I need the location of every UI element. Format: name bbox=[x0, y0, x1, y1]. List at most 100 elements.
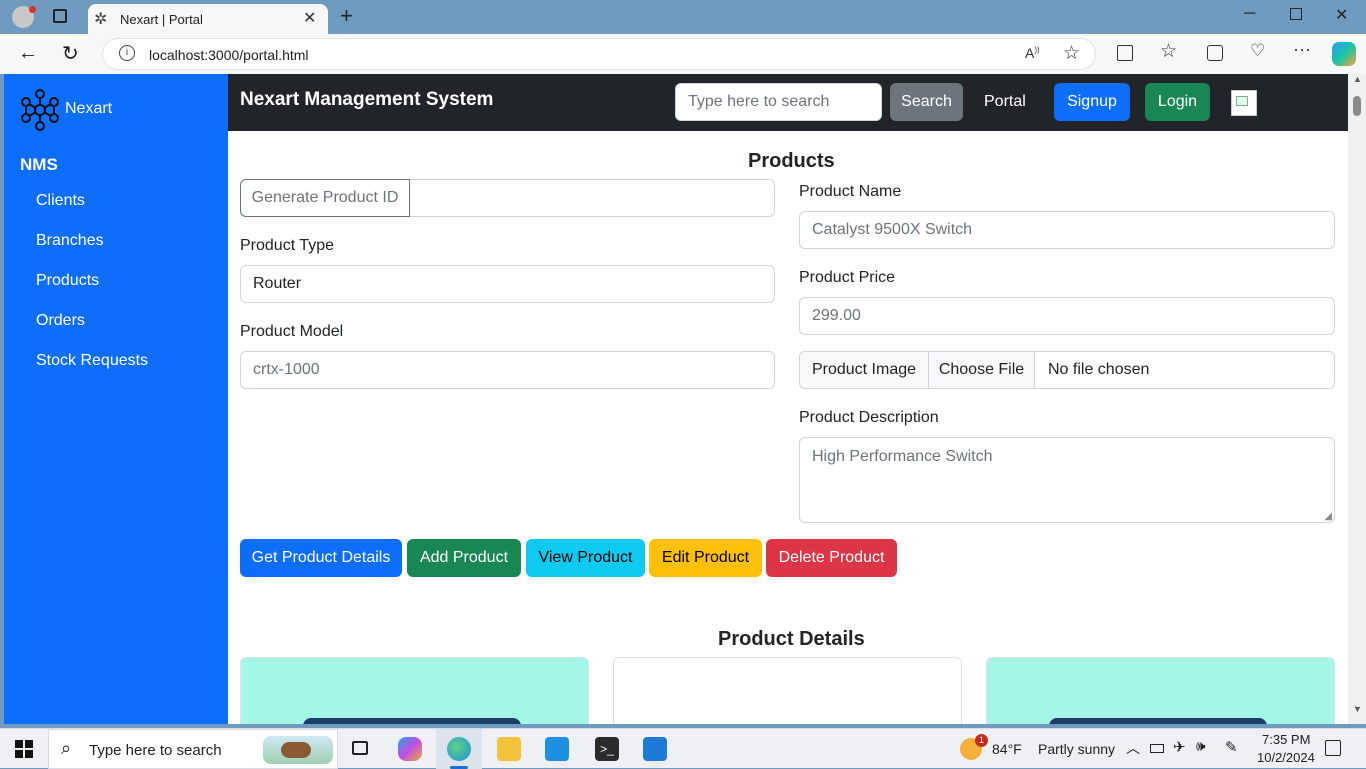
profile-avatar-icon[interactable] bbox=[12, 6, 36, 28]
sidebar-item-branches[interactable]: Branches bbox=[36, 232, 104, 250]
minimize-icon[interactable]: ─ bbox=[1244, 5, 1255, 23]
products-heading: Products bbox=[748, 150, 835, 172]
get-product-details-button[interactable]: Get Product Details bbox=[240, 539, 402, 577]
product-image bbox=[303, 718, 521, 724]
windows-start-icon[interactable] bbox=[15, 740, 33, 758]
file-explorer-icon[interactable] bbox=[497, 737, 521, 761]
product-type-select[interactable]: Router bbox=[240, 265, 775, 303]
vscode-icon[interactable] bbox=[643, 737, 667, 761]
navbar-search-button[interactable]: Search bbox=[890, 83, 963, 121]
signup-button[interactable]: Signup bbox=[1054, 83, 1130, 121]
copilot-app-icon[interactable] bbox=[398, 737, 422, 761]
choose-file-button[interactable]: Choose File bbox=[929, 352, 1035, 388]
favorites-icon[interactable]: ☆ bbox=[1160, 40, 1177, 63]
notifications-icon[interactable] bbox=[1325, 740, 1341, 756]
product-card[interactable] bbox=[240, 657, 589, 724]
weather-icon[interactable]: 1 bbox=[960, 734, 988, 760]
product-model-label: Product Model bbox=[240, 323, 344, 340]
clock-time[interactable]: 7:35 PM bbox=[1262, 732, 1310, 747]
copilot-icon[interactable] bbox=[1332, 42, 1356, 66]
navbar-search-input[interactable]: Type here to search bbox=[675, 83, 882, 121]
product-description-placeholder: High Performance Switch bbox=[812, 448, 993, 465]
weather-badge: 1 bbox=[975, 734, 988, 747]
browser-titlebar: ✲ Nexart | Portal ✕ + ─ ✕ bbox=[0, 0, 1366, 34]
terminal-icon[interactable]: >_ bbox=[595, 737, 619, 761]
show-hidden-icons-icon[interactable]: ︿ bbox=[1126, 738, 1140, 758]
product-image-label: Product Image bbox=[800, 352, 929, 388]
refresh-icon[interactable]: ↻ bbox=[62, 41, 79, 66]
address-bar[interactable]: i localhost:3000/portal.html A)) ☆ bbox=[102, 38, 1096, 70]
split-screen-icon[interactable] bbox=[1117, 45, 1133, 61]
taskbar-search-box[interactable]: ⌕ Type here to search bbox=[48, 729, 338, 769]
product-card[interactable] bbox=[986, 657, 1335, 724]
sidebar: Nexart NMS Clients Branches Products Ord… bbox=[4, 74, 228, 724]
weather-temperature[interactable]: 84°F bbox=[992, 741, 1022, 757]
read-aloud-icon[interactable]: A)) bbox=[1025, 45, 1040, 61]
taskbar-search-placeholder: Type here to search bbox=[89, 742, 222, 759]
product-id-group: Generate Product ID bbox=[240, 179, 775, 217]
web-page: Nexart NMS Clients Branches Products Ord… bbox=[4, 74, 1348, 724]
nexart-logo-icon bbox=[21, 89, 59, 131]
task-view-icon[interactable] bbox=[352, 741, 368, 755]
tab-close-icon[interactable]: ✕ bbox=[303, 8, 316, 28]
product-name-label: Product Name bbox=[799, 183, 902, 200]
scrollbar-thumb[interactable] bbox=[1353, 96, 1361, 116]
page-title: Nexart Management System bbox=[240, 89, 494, 110]
resize-handle-icon[interactable]: ◢ bbox=[1324, 511, 1332, 522]
site-info-icon[interactable]: i bbox=[119, 45, 135, 61]
url-text: localhost:3000/portal.html bbox=[149, 47, 309, 63]
browser-essentials-icon[interactable]: ♡ bbox=[1250, 41, 1265, 61]
favorite-star-icon[interactable]: ☆ bbox=[1063, 42, 1080, 65]
more-menu-icon[interactable]: ··· bbox=[1293, 39, 1311, 60]
bear-illustration-icon bbox=[263, 736, 333, 764]
collections-icon[interactable] bbox=[1207, 45, 1223, 61]
edge-browser-icon[interactable] bbox=[447, 737, 471, 761]
sidebar-item-stock-requests[interactable]: Stock Requests bbox=[36, 352, 148, 370]
browser-tab[interactable]: ✲ Nexart | Portal ✕ bbox=[88, 4, 328, 34]
battery-icon[interactable] bbox=[1150, 744, 1164, 753]
sidebar-item-clients[interactable]: Clients bbox=[36, 192, 85, 210]
edit-product-button[interactable]: Edit Product bbox=[649, 539, 762, 577]
brand-name[interactable]: Nexart bbox=[65, 100, 112, 118]
weather-description[interactable]: Partly sunny bbox=[1038, 741, 1115, 757]
product-name-input[interactable]: Catalyst 9500X Switch bbox=[799, 211, 1335, 249]
login-button[interactable]: Login bbox=[1145, 83, 1210, 121]
generate-product-id-button[interactable]: Generate Product ID bbox=[240, 179, 410, 217]
close-window-icon[interactable]: ✕ bbox=[1335, 5, 1348, 25]
pen-icon[interactable]: ✎ bbox=[1225, 738, 1238, 756]
product-id-input[interactable] bbox=[410, 180, 774, 216]
volume-icon[interactable]: 🕪 bbox=[1196, 738, 1205, 755]
restore-icon[interactable] bbox=[1290, 8, 1302, 20]
delete-product-button[interactable]: Delete Product bbox=[766, 539, 897, 577]
product-type-label: Product Type bbox=[240, 237, 334, 254]
browser-toolbar: ← ↻ i localhost:3000/portal.html A)) ☆ ☆… bbox=[0, 34, 1366, 74]
no-file-chosen-text: No file chosen bbox=[1048, 361, 1150, 378]
sidebar-section-title[interactable]: NMS bbox=[20, 155, 58, 175]
tab-title: Nexart | Portal bbox=[120, 12, 203, 27]
product-description-textarea[interactable]: High Performance Switch ◢ bbox=[799, 437, 1335, 523]
network-icon[interactable]: ✈ bbox=[1173, 738, 1186, 756]
sidebar-item-orders[interactable]: Orders bbox=[36, 312, 85, 330]
microsoft-store-icon[interactable] bbox=[545, 737, 569, 761]
clock-date[interactable]: 10/2/2024 bbox=[1257, 750, 1315, 765]
view-product-button[interactable]: View Product bbox=[526, 539, 645, 577]
profile-image-icon[interactable] bbox=[1231, 90, 1257, 116]
page-scrollbar[interactable]: ▲ ▼ bbox=[1348, 74, 1366, 724]
product-image bbox=[1049, 718, 1267, 724]
product-card[interactable] bbox=[613, 657, 962, 724]
product-model-input[interactable]: crtx-1000 bbox=[240, 351, 775, 389]
product-image-group: Product Image Choose File No file chosen bbox=[799, 351, 1335, 389]
product-description-label: Product Description bbox=[799, 409, 939, 426]
new-tab-icon[interactable]: + bbox=[340, 3, 353, 29]
nav-link-portal[interactable]: Portal bbox=[984, 93, 1026, 111]
add-product-button[interactable]: Add Product bbox=[407, 539, 521, 577]
taskbar: ⌕ Type here to search >_ 1 84°F Partly s… bbox=[0, 728, 1366, 769]
scroll-down-icon[interactable]: ▼ bbox=[1353, 704, 1362, 714]
product-price-input[interactable]: 299.00 bbox=[799, 297, 1335, 335]
product-details-heading: Product Details bbox=[718, 628, 865, 650]
taskbar-search-icon: ⌕ bbox=[61, 738, 72, 758]
tab-actions-icon[interactable] bbox=[53, 9, 67, 23]
sidebar-item-products[interactable]: Products bbox=[36, 272, 99, 290]
scroll-up-icon[interactable]: ▲ bbox=[1353, 74, 1362, 84]
back-icon[interactable]: ← bbox=[18, 42, 38, 65]
